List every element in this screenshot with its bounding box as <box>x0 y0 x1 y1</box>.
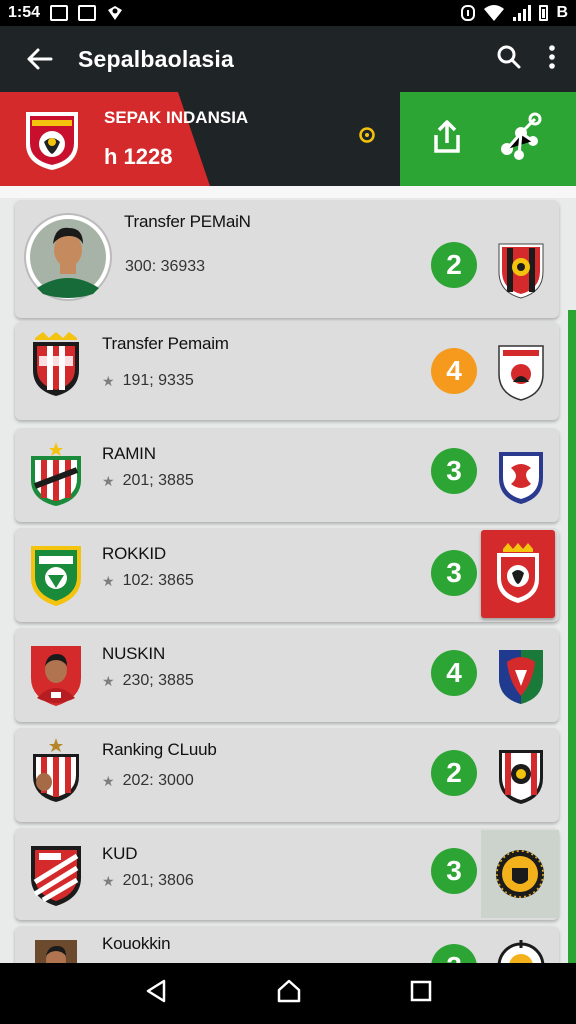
star-icon: ★ <box>102 572 115 589</box>
card-stat: 201; 3806 <box>122 872 194 889</box>
triangle-back-icon <box>146 979 166 1003</box>
star-icon: ★ <box>102 472 115 489</box>
club-crest-icon <box>31 442 81 506</box>
list-item[interactable]: Transfer PEMaiN 300: 36933 2 <box>15 200 559 318</box>
network-icon <box>500 112 541 160</box>
back-button[interactable] <box>0 26 78 92</box>
arrow-left-icon <box>27 48 53 70</box>
list-item[interactable]: RAMIN ★ 201; 3885 3 <box>15 428 559 522</box>
location-icon <box>108 6 123 20</box>
card-title: Transfer Pemaim <box>102 334 229 353</box>
club-list: Transfer PEMaiN 300: 36933 2 Transfer Pe… <box>0 186 576 963</box>
club-crest-icon <box>498 243 544 299</box>
system-nav-bar <box>0 963 576 1024</box>
card-stat: 191; 9335 <box>122 372 194 389</box>
share-button[interactable] <box>430 119 464 160</box>
rank-badge: 3 <box>431 448 477 494</box>
alarm-icon <box>461 5 476 21</box>
signal-icon <box>513 5 532 21</box>
club-crest-icon <box>33 332 79 396</box>
network-button[interactable] <box>495 111 547 168</box>
club-crest-icon <box>31 546 81 606</box>
card-title: KUD <box>102 844 138 863</box>
card-subtitle: ★ 230; 3885 <box>102 672 194 690</box>
more-vertical-icon <box>549 44 555 69</box>
card-title: RAMIN <box>102 444 156 463</box>
banner-team-name: SEPAK INDANSIA <box>104 108 249 127</box>
nav-recent-button[interactable] <box>410 980 432 1007</box>
banner-team-count: h 1228 <box>104 144 173 169</box>
square-recent-icon <box>410 980 432 1002</box>
card-subtitle: ★ 201; 3806 <box>102 872 194 890</box>
star-icon: ★ <box>102 672 115 689</box>
card-subtitle: ★ 102: 3865 <box>102 572 194 590</box>
list-item[interactable]: ROKKID ★ 102: 3865 3 <box>15 528 559 622</box>
app-title: Sepalbaolasia <box>78 45 235 72</box>
share-icon <box>433 119 460 153</box>
club-crest-icon <box>31 846 81 906</box>
club-crest-icon <box>496 850 544 898</box>
card-stat: 300: 36933 <box>125 258 206 275</box>
rank-badge: 2 <box>431 242 477 288</box>
wifi-icon <box>484 5 505 21</box>
club-crest-icon <box>499 452 543 504</box>
featured-club-tile[interactable] <box>481 530 555 618</box>
rank-badge: 3 <box>431 550 477 596</box>
card-subtitle: ★ 191; 9335 <box>102 372 194 390</box>
card-subtitle: 300: 36933 <box>125 258 205 276</box>
status-time: 1:54 <box>8 4 41 21</box>
player-avatar <box>24 213 112 301</box>
status-bar: 1:54 B <box>0 0 576 26</box>
list-item[interactable]: NUSKIN ★ 230; 3885 4 <box>15 628 559 722</box>
club-crest-icon <box>498 345 544 401</box>
card-subtitle: ★ 201; 3885 <box>102 472 194 490</box>
indicator-dot-icon <box>359 127 375 143</box>
card-stat: 102: 3865 <box>122 572 194 589</box>
list-item[interactable]: Ranking CLuub ★ 202: 3000 2 <box>15 728 559 822</box>
player-crest-icon <box>35 940 77 963</box>
banner-actions <box>400 92 576 186</box>
gallery-icon <box>50 5 69 21</box>
scroll-rail[interactable] <box>568 310 576 963</box>
nav-home-button[interactable] <box>276 978 302 1009</box>
photo-icon <box>78 5 97 21</box>
card-stat: 230; 3885 <box>122 672 194 689</box>
rank-badge: 4 <box>431 650 477 696</box>
card-subtitle: ★ 202: 3000 <box>102 772 194 790</box>
nav-back-button[interactable] <box>144 978 168 1009</box>
card-title: NUSKIN <box>102 644 166 663</box>
club-crest-icon <box>33 738 79 802</box>
battery-icon <box>539 5 549 21</box>
home-icon <box>277 979 301 1003</box>
list-item[interactable]: KUD ★ 201; 3806 3 <box>15 828 559 920</box>
club-tile[interactable] <box>481 830 559 918</box>
club-crest-icon <box>497 940 545 963</box>
card-stat: 201; 3885 <box>122 472 194 489</box>
player-crest-icon <box>31 646 81 706</box>
club-crest-icon <box>499 750 543 804</box>
card-title: Transfer PEMaiN <box>124 212 251 231</box>
rank-badge: 2 <box>431 750 477 796</box>
more-options-button[interactable] <box>548 44 556 75</box>
card-title: Ranking CLuub <box>102 740 217 759</box>
search-icon <box>497 45 521 68</box>
team-crest-icon <box>26 112 78 170</box>
club-crest-icon <box>499 650 543 704</box>
list-item[interactable]: Kouokkin 2 <box>15 926 559 963</box>
team-banner: SEPAK INDANSIA h 1228 <box>0 92 576 186</box>
card-title: Kouokkin <box>102 934 171 953</box>
star-icon: ★ <box>102 772 115 789</box>
card-title: ROKKID <box>102 544 166 563</box>
star-icon: ★ <box>102 872 115 889</box>
app-bar: Sepalbaolasia <box>0 26 576 92</box>
rank-badge: 2 <box>431 944 477 963</box>
club-crest-icon <box>497 543 539 603</box>
status-right-glyph: B <box>556 4 568 21</box>
rank-badge: 3 <box>431 848 477 894</box>
card-stat: 202: 3000 <box>122 772 194 789</box>
search-button[interactable] <box>496 44 522 75</box>
star-icon: ★ <box>102 372 115 389</box>
rank-badge: 4 <box>431 348 477 394</box>
list-item[interactable]: Transfer Pemaim ★ 191; 9335 4 <box>15 322 559 420</box>
